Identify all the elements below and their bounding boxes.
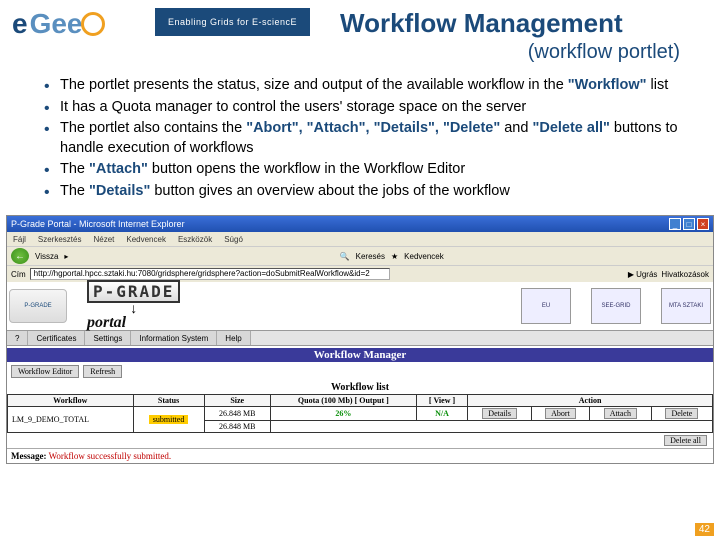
status-badge: submitted bbox=[149, 415, 189, 424]
slide-header: e Gee Enabling Grids for E-sciencE Workf… bbox=[0, 0, 720, 64]
bullet-5: The "Details" button gives an overview a… bbox=[44, 182, 690, 202]
back-icon[interactable]: ← bbox=[11, 248, 29, 264]
wm-toolbar: Workflow Editor Refresh bbox=[7, 362, 713, 381]
bullet-2: It has a Quota manager to control the us… bbox=[44, 98, 690, 118]
slide-subtitle: (workflow portlet) bbox=[340, 41, 720, 64]
portal-tabs: ? Certificates Settings Information Syst… bbox=[7, 330, 713, 346]
links-label[interactable]: Hivatkozások bbox=[661, 270, 709, 279]
table-header-row: Workflow Status Size Quota (100 Mb) [ Ou… bbox=[8, 395, 713, 407]
back-label[interactable]: Vissza bbox=[35, 252, 58, 261]
cell-output: N/A bbox=[416, 407, 467, 421]
cell-size: 26.848 MB bbox=[204, 407, 270, 421]
cell-size2: 26.848 MB bbox=[204, 421, 270, 433]
delete-all-button[interactable]: Delete all bbox=[664, 435, 707, 446]
workflow-table: Workflow Status Size Quota (100 Mb) [ Ou… bbox=[7, 394, 713, 433]
favorites-icon[interactable]: ★ bbox=[391, 252, 398, 261]
menu-tools[interactable]: Eszközök bbox=[178, 235, 212, 244]
ie-title: P-Grade Portal - Microsoft Internet Expl… bbox=[11, 219, 185, 229]
logo-e: e bbox=[12, 8, 28, 40]
close-icon[interactable]: × bbox=[697, 218, 709, 230]
portal-header: P-GRADE P-GRADE ↓ portal EU SEE-GRID MTA… bbox=[7, 282, 713, 330]
cell-delete: Delete bbox=[651, 407, 712, 421]
tagline-text: Enabling Grids for E-sciencE bbox=[168, 17, 297, 27]
menu-view[interactable]: Nézet bbox=[93, 235, 114, 244]
delete-button[interactable]: Delete bbox=[665, 408, 698, 419]
workflow-editor-button[interactable]: Workflow Editor bbox=[11, 365, 79, 378]
seegrid-logo: SEE-GRID bbox=[591, 288, 641, 324]
cell-attach: Attach bbox=[589, 407, 651, 421]
bullet-3: The portlet also contains the "Abort", "… bbox=[44, 119, 690, 158]
portal-word: portal bbox=[87, 314, 180, 332]
cell-abort: Abort bbox=[532, 407, 590, 421]
message-label: Message: bbox=[11, 451, 47, 461]
page-number: 42 bbox=[695, 523, 714, 536]
workflow-manager-banner: Workflow Manager bbox=[7, 348, 713, 362]
logo-gee: Gee bbox=[30, 8, 83, 40]
col-status: Status bbox=[133, 395, 204, 407]
cell-workflow-name: LM_9_DEMO_TOTAL bbox=[8, 407, 134, 433]
col-quota: Quota (100 Mb) [ Output ] bbox=[270, 395, 416, 407]
ie-menubar[interactable]: Fájl Szerkesztés Nézet Kedvencek Eszközö… bbox=[7, 232, 713, 246]
attach-button[interactable]: Attach bbox=[604, 408, 637, 419]
menu-help[interactable]: Súgó bbox=[224, 235, 243, 244]
forward-icon[interactable]: ▸ bbox=[64, 252, 68, 261]
ie-titlebar[interactable]: P-Grade Portal - Microsoft Internet Expl… bbox=[7, 216, 713, 232]
abort-button[interactable]: Abort bbox=[545, 408, 576, 419]
egee-logo: e Gee bbox=[0, 8, 155, 40]
tab-help-icon[interactable]: ? bbox=[7, 331, 28, 345]
search-label[interactable]: Keresés bbox=[356, 252, 385, 261]
eu-logo: EU bbox=[521, 288, 571, 324]
arrow-down-icon: ↓ bbox=[87, 303, 180, 314]
col-workflow: Workflow bbox=[8, 395, 134, 407]
bullet-body: The portlet presents the status, size an… bbox=[0, 64, 720, 211]
search-icon[interactable]: 🔍 bbox=[340, 252, 350, 261]
favorites-label[interactable]: Kedvencek bbox=[404, 252, 444, 261]
embedded-screenshot: P-Grade Portal - Microsoft Internet Expl… bbox=[6, 215, 714, 464]
address-label: Cím bbox=[11, 270, 26, 279]
title-area: Workflow Management (workflow portlet) bbox=[310, 8, 720, 64]
logo-circle-icon bbox=[81, 12, 105, 36]
col-action: Action bbox=[468, 395, 713, 407]
minimize-icon[interactable]: _ bbox=[669, 218, 681, 230]
menu-file[interactable]: Fájl bbox=[13, 235, 26, 244]
delete-all-row: Delete all bbox=[7, 433, 713, 448]
cell-details: Details bbox=[468, 407, 532, 421]
cell-quota: 26% bbox=[270, 407, 416, 421]
message-text: Workflow successfully submitted. bbox=[49, 451, 172, 461]
ie-toolbar: ← Vissza ▸ 🔍 Keresés ★ Kedvencek bbox=[7, 246, 713, 266]
workflow-list-title: Workflow list bbox=[7, 382, 713, 393]
tab-info-system[interactable]: Information System bbox=[131, 331, 217, 345]
message-row: Message: Workflow successfully submitted… bbox=[7, 448, 713, 463]
col-view: [ View ] bbox=[416, 395, 467, 407]
tab-settings[interactable]: Settings bbox=[85, 331, 131, 345]
address-input[interactable]: http://hgportal.hpcc.sztaki.hu:7080/grid… bbox=[30, 268, 390, 280]
tab-certificates[interactable]: Certificates bbox=[28, 331, 85, 345]
menu-edit[interactable]: Szerkesztés bbox=[38, 235, 82, 244]
col-size: Size bbox=[204, 395, 270, 407]
pgrade-badge-logo: P-GRADE bbox=[9, 289, 67, 323]
sztaki-logo: MTA SZTAKI bbox=[661, 288, 711, 324]
bullet-4: The "Attach" button opens the workflow i… bbox=[44, 160, 690, 180]
go-button[interactable]: ▶Ugrás bbox=[628, 270, 658, 279]
cell-status: submitted bbox=[133, 407, 204, 433]
tab-help[interactable]: Help bbox=[217, 331, 250, 345]
tagline-bar: Enabling Grids for E-sciencE bbox=[155, 8, 310, 36]
details-button[interactable]: Details bbox=[482, 408, 517, 419]
bullet-1: The portlet presents the status, size an… bbox=[44, 76, 690, 96]
menu-fav[interactable]: Kedvencek bbox=[126, 235, 166, 244]
maximize-icon[interactable]: □ bbox=[683, 218, 695, 230]
table-row: LM_9_DEMO_TOTAL submitted 26.848 MB 26% … bbox=[8, 407, 713, 421]
go-icon: ▶ bbox=[628, 270, 634, 279]
slide-title: Workflow Management bbox=[340, 8, 720, 39]
refresh-button[interactable]: Refresh bbox=[83, 365, 122, 378]
